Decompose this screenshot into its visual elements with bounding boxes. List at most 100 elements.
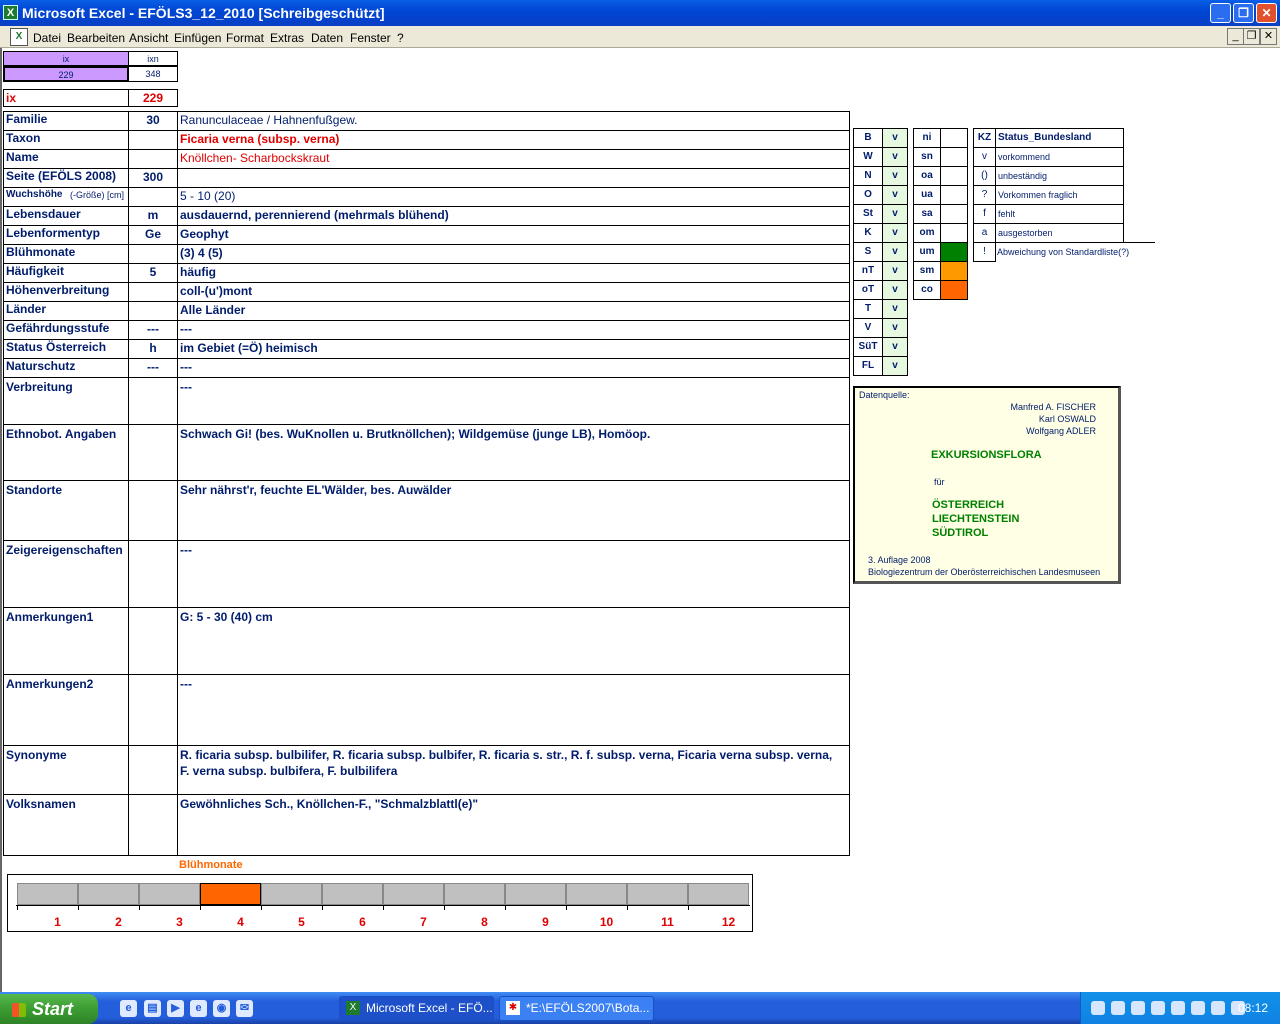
region-status[interactable]: v: [882, 204, 908, 224]
doc-restore-button[interactable]: ❐: [1243, 28, 1260, 45]
ixn-value-cell[interactable]: 348: [128, 66, 178, 82]
status-code[interactable]: ni: [913, 128, 941, 148]
chart-bar[interactable]: [627, 883, 688, 905]
chart-bar[interactable]: [688, 883, 749, 905]
region-status[interactable]: v: [882, 299, 908, 319]
field-code[interactable]: [128, 794, 178, 856]
bluehmonate-chart[interactable]: 1 2 3 4 5 6 7 8 9 10 11 12: [7, 874, 753, 932]
field-code[interactable]: [128, 149, 178, 169]
status-code[interactable]: sn: [913, 147, 941, 167]
field-label[interactable]: Ethnobot. Angaben: [3, 424, 129, 481]
field-label[interactable]: Seite (EFÖLS 2008): [3, 168, 129, 188]
region-code[interactable]: nT: [853, 261, 883, 281]
region-status[interactable]: v: [882, 337, 908, 357]
region-status[interactable]: v: [882, 261, 908, 281]
legend-text[interactable]: fehlt: [995, 204, 1124, 224]
legend-text[interactable]: Vorkommen fraglich: [995, 185, 1124, 205]
status-color-cell[interactable]: [940, 185, 968, 205]
field-value[interactable]: im Gebiet (=Ö) heimisch: [177, 339, 850, 359]
region-code[interactable]: St: [853, 204, 883, 224]
quicklaunch-icon-6[interactable]: ✉: [236, 1000, 253, 1017]
field-label[interactable]: Gefährdungsstufe: [3, 320, 129, 340]
field-label[interactable]: Länder: [3, 301, 129, 321]
ix-row-label[interactable]: ix: [3, 89, 129, 107]
field-value[interactable]: Ficaria verna (subsp. verna): [177, 130, 850, 150]
doc-close-button[interactable]: ✕: [1260, 28, 1277, 45]
field-code[interactable]: [128, 674, 178, 746]
field-label[interactable]: Volksnamen: [3, 794, 129, 856]
tray-icon-6[interactable]: [1191, 1001, 1205, 1015]
field-value[interactable]: Alle Länder: [177, 301, 850, 321]
field-code[interactable]: [128, 301, 178, 321]
legend-kz-header[interactable]: KZ: [973, 128, 996, 148]
status-code[interactable]: ua: [913, 185, 941, 205]
field-code[interactable]: [128, 424, 178, 481]
ixn-header-cell[interactable]: ixn: [128, 51, 178, 66]
menu-datei[interactable]: Datei: [33, 31, 61, 45]
legend-kz[interactable]: f: [973, 204, 996, 224]
status-color-cell[interactable]: [940, 261, 968, 281]
field-code[interactable]: ---: [128, 320, 178, 340]
status-code[interactable]: sm: [913, 261, 941, 281]
chart-bar[interactable]: [261, 883, 322, 905]
region-code[interactable]: SüT: [853, 337, 883, 357]
region-status[interactable]: v: [882, 166, 908, 186]
quicklaunch-icon-1[interactable]: e: [120, 1000, 137, 1017]
status-color-cell[interactable]: [940, 280, 968, 300]
field-value[interactable]: [177, 168, 850, 188]
field-code[interactable]: ---: [128, 358, 178, 378]
field-value[interactable]: (3) 4 (5): [177, 244, 850, 264]
quicklaunch-icon-3[interactable]: ▶: [167, 1000, 184, 1017]
field-label[interactable]: Naturschutz: [3, 358, 129, 378]
field-value[interactable]: Knöllchen- Scharbockskraut: [177, 149, 850, 169]
status-code[interactable]: om: [913, 223, 941, 243]
field-label[interactable]: Lebensdauer: [3, 206, 129, 226]
field-code[interactable]: [128, 480, 178, 541]
legend-text[interactable]: unbeständig: [995, 166, 1124, 186]
legend-status-header[interactable]: Status_Bundesland: [995, 128, 1124, 148]
menu-einfuegen[interactable]: Einfügen: [174, 31, 221, 45]
network-icon[interactable]: [1091, 1001, 1105, 1015]
region-status[interactable]: v: [882, 356, 908, 376]
legend-kz[interactable]: !: [973, 242, 996, 262]
chart-bar[interactable]: [322, 883, 383, 905]
field-code[interactable]: [128, 282, 178, 302]
legend-text[interactable]: vorkommend: [995, 147, 1124, 167]
region-status[interactable]: v: [882, 223, 908, 243]
field-label[interactable]: Standorte: [3, 480, 129, 541]
region-code[interactable]: N: [853, 166, 883, 186]
ix-row-value[interactable]: 229: [128, 89, 178, 107]
menu-daten[interactable]: Daten: [311, 31, 343, 45]
status-color-cell[interactable]: [940, 223, 968, 243]
region-status[interactable]: v: [882, 147, 908, 167]
region-code[interactable]: W: [853, 147, 883, 167]
menu-bearbeiten[interactable]: Bearbeiten: [67, 31, 125, 45]
status-code[interactable]: sa: [913, 204, 941, 224]
field-value[interactable]: Ranunculaceae / Hahnenfußgew.: [177, 111, 850, 131]
chart-bar[interactable]: [444, 883, 505, 905]
region-code[interactable]: K: [853, 223, 883, 243]
region-status[interactable]: v: [882, 128, 908, 148]
excel-app-icon[interactable]: X: [3, 5, 18, 20]
status-code[interactable]: oa: [913, 166, 941, 186]
status-color-cell[interactable]: [940, 242, 968, 262]
region-code[interactable]: FL: [853, 356, 883, 376]
field-label[interactable]: Zeigereigenschaften: [3, 540, 129, 608]
legend-kz[interactable]: (): [973, 166, 996, 186]
field-label[interactable]: Taxon: [3, 130, 129, 150]
close-button[interactable]: ✕: [1256, 3, 1277, 23]
field-value[interactable]: ausdauernd, perennierend (mehrmals blühe…: [177, 206, 850, 226]
field-value[interactable]: ---: [177, 674, 850, 746]
menu-ansicht[interactable]: Ansicht: [129, 31, 168, 45]
region-code[interactable]: T: [853, 299, 883, 319]
field-label[interactable]: Anmerkungen2: [3, 674, 129, 746]
field-value[interactable]: Schwach Gi! (bes. WuKnollen u. Brutknöll…: [177, 424, 850, 481]
field-value[interactable]: Geophyt: [177, 225, 850, 245]
legend-text[interactable]: Abweichung von Standardliste(?): [995, 242, 1155, 262]
status-color-cell[interactable]: [940, 204, 968, 224]
region-code[interactable]: O: [853, 185, 883, 205]
minimize-button[interactable]: _: [1210, 3, 1231, 23]
chart-bar[interactable]: [505, 883, 566, 905]
region-status[interactable]: v: [882, 185, 908, 205]
field-label[interactable]: Blühmonate: [3, 244, 129, 264]
